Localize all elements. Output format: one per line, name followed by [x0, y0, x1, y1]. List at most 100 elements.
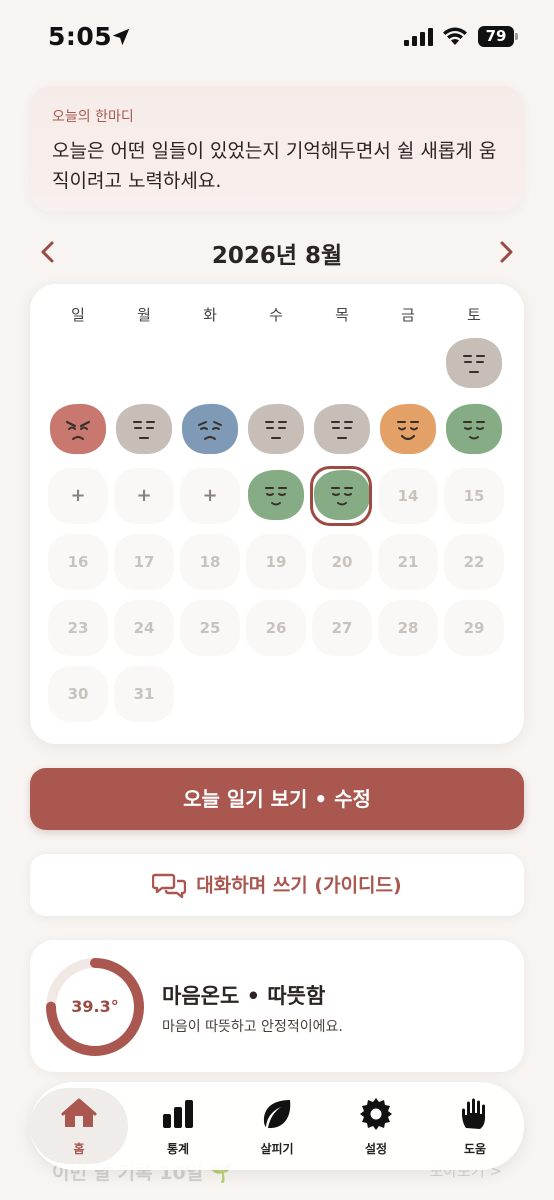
bar-chart-icon [163, 1100, 193, 1128]
tab-bar-chart[interactable]: 통계 [129, 1088, 227, 1164]
guided-chat-label: 대화하며 쓰기 (가이디드) [196, 874, 402, 897]
calendar-day[interactable] [180, 402, 240, 458]
day-number: 25 [180, 600, 240, 656]
mood-neutral-face-icon [247, 403, 305, 455]
day-number: 20 [312, 534, 372, 590]
day-number: 17 [114, 534, 174, 590]
day-number: 19 [246, 534, 306, 590]
today-highlight-ring [310, 466, 372, 526]
mood-sad-face-icon [181, 403, 239, 455]
calendar-day[interactable]: + [48, 468, 108, 524]
day-number: 26 [246, 600, 306, 656]
tab-label: 설정 [364, 1142, 388, 1156]
calendar-day[interactable] [310, 466, 372, 526]
add-entry-plus: + [48, 468, 108, 524]
day-number: 23 [48, 600, 108, 656]
calendar-grid: 일 월 화 수 목 금 토 + + +14 15 16 17 18 19 20 21 22 23 24 25 26 27 28… [30, 284, 524, 744]
mood-calm-face-icon [247, 469, 305, 521]
calendar-day[interactable]: 15 [444, 468, 504, 524]
calendar-day[interactable]: 30 [48, 666, 108, 722]
tab-gear[interactable]: 설정 [327, 1088, 425, 1164]
calendar-day[interactable]: 22 [444, 534, 504, 590]
day-number: 18 [180, 534, 240, 590]
calendar-day[interactable] [114, 402, 174, 458]
mood-calm-face-icon [445, 403, 503, 455]
bottom-tab-bar: 홈 통계 살피기 설정 도움 [30, 1082, 524, 1170]
add-entry-plus: + [114, 468, 174, 524]
calendar-day[interactable]: 16 [48, 534, 108, 590]
calendar-day[interactable]: 23 [48, 600, 108, 656]
day-number: 30 [48, 666, 108, 722]
calendar-day[interactable]: 17 [114, 534, 174, 590]
calendar-day[interactable] [444, 336, 504, 392]
temperature-description: 마음이 따뜻하고 안정적이에요. [162, 1019, 343, 1035]
wifi-icon [443, 27, 467, 45]
calendar-day[interactable] [246, 468, 306, 524]
mood-angry-face-icon [49, 403, 107, 455]
calendar-day[interactable]: 26 [246, 600, 306, 656]
day-number: 15 [444, 468, 504, 524]
tab-label: 통계 [166, 1142, 190, 1156]
day-number: 31 [114, 666, 174, 722]
weekday-label: 화 [203, 306, 217, 324]
temperature-value: 39.3° [71, 997, 119, 1016]
location-arrow-icon [112, 28, 130, 46]
mood-neutral-face-icon [115, 403, 173, 455]
calendar-day[interactable]: 14 [378, 468, 438, 524]
weekday-label: 일 [71, 306, 85, 324]
calendar-day[interactable]: 21 [378, 534, 438, 590]
calendar-day[interactable]: 20 [312, 534, 372, 590]
calendar-day[interactable]: 31 [114, 666, 174, 722]
status-bar: 5:05 79 [0, 0, 554, 72]
cellular-signal-icon [404, 28, 433, 46]
calendar-day[interactable]: 25 [180, 600, 240, 656]
temperature-title: 마음온도 • 따뜻함 [162, 984, 326, 1008]
calendar-day[interactable]: 24 [114, 600, 174, 656]
mood-neutral-face-icon [445, 337, 503, 389]
day-number: 24 [114, 600, 174, 656]
tab-hand[interactable]: 도움 [426, 1088, 524, 1164]
view-edit-diary-button[interactable]: 오늘 일기 보기 • 수정 [30, 768, 524, 830]
gear-icon [360, 1098, 392, 1130]
daily-quote-card: 오늘의 한마디 오늘은 어떤 일들이 있었는지 기억해두면서 쉴 새롭게 움직이… [30, 86, 524, 212]
quote-text: 오늘은 어떤 일들이 있었는지 기억해두면서 쉴 새롭게 움직이려고 노력하세요… [52, 140, 497, 192]
quote-label: 오늘의 한마디 [52, 109, 134, 125]
day-number: 14 [378, 468, 438, 524]
tab-label: 홈 [73, 1142, 85, 1156]
day-number: 28 [378, 600, 438, 656]
chevron-right-icon[interactable] [496, 240, 516, 264]
calendar-day[interactable]: + [180, 468, 240, 524]
day-number: 22 [444, 534, 504, 590]
tab-label: 도움 [463, 1142, 487, 1156]
calendar-day[interactable] [378, 402, 438, 458]
hand-icon [462, 1098, 485, 1129]
calendar-day[interactable]: 18 [180, 534, 240, 590]
guided-chat-button[interactable]: 대화하며 쓰기 (가이디드) [30, 854, 524, 916]
tab-leaf[interactable]: 살피기 [228, 1088, 326, 1164]
calendar-day[interactable] [444, 402, 504, 458]
calendar-day[interactable] [48, 402, 108, 458]
calendar-day[interactable] [312, 402, 372, 458]
month-header: 2026년 8월 [30, 232, 524, 272]
chat-bubbles-icon [152, 873, 187, 898]
calendar-day[interactable] [246, 402, 306, 458]
add-entry-plus: + [180, 468, 240, 524]
calendar-day[interactable]: 19 [246, 534, 306, 590]
tab-home[interactable]: 홈 [30, 1088, 128, 1164]
leaf-icon [263, 1100, 291, 1129]
battery-cap [515, 33, 518, 40]
mind-temperature-card[interactable]: 39.3° 마음온도 • 따뜻함 마음이 따뜻하고 안정적이에요. [30, 940, 524, 1072]
status-time: 5:05 [48, 22, 113, 51]
calendar-day[interactable]: 27 [312, 600, 372, 656]
calendar-day[interactable]: 28 [378, 600, 438, 656]
day-number: 27 [312, 600, 372, 656]
day-number: 16 [48, 534, 108, 590]
calendar-day[interactable]: 29 [444, 600, 504, 656]
calendar-day[interactable]: + [114, 468, 174, 524]
weekday-label: 월 [137, 306, 151, 324]
weekday-label: 금 [401, 306, 415, 324]
mood-neutral-face-icon [313, 403, 371, 455]
day-number: 21 [378, 534, 438, 590]
weekday-label: 목 [335, 306, 349, 324]
mood-happy-face-icon [379, 403, 437, 455]
